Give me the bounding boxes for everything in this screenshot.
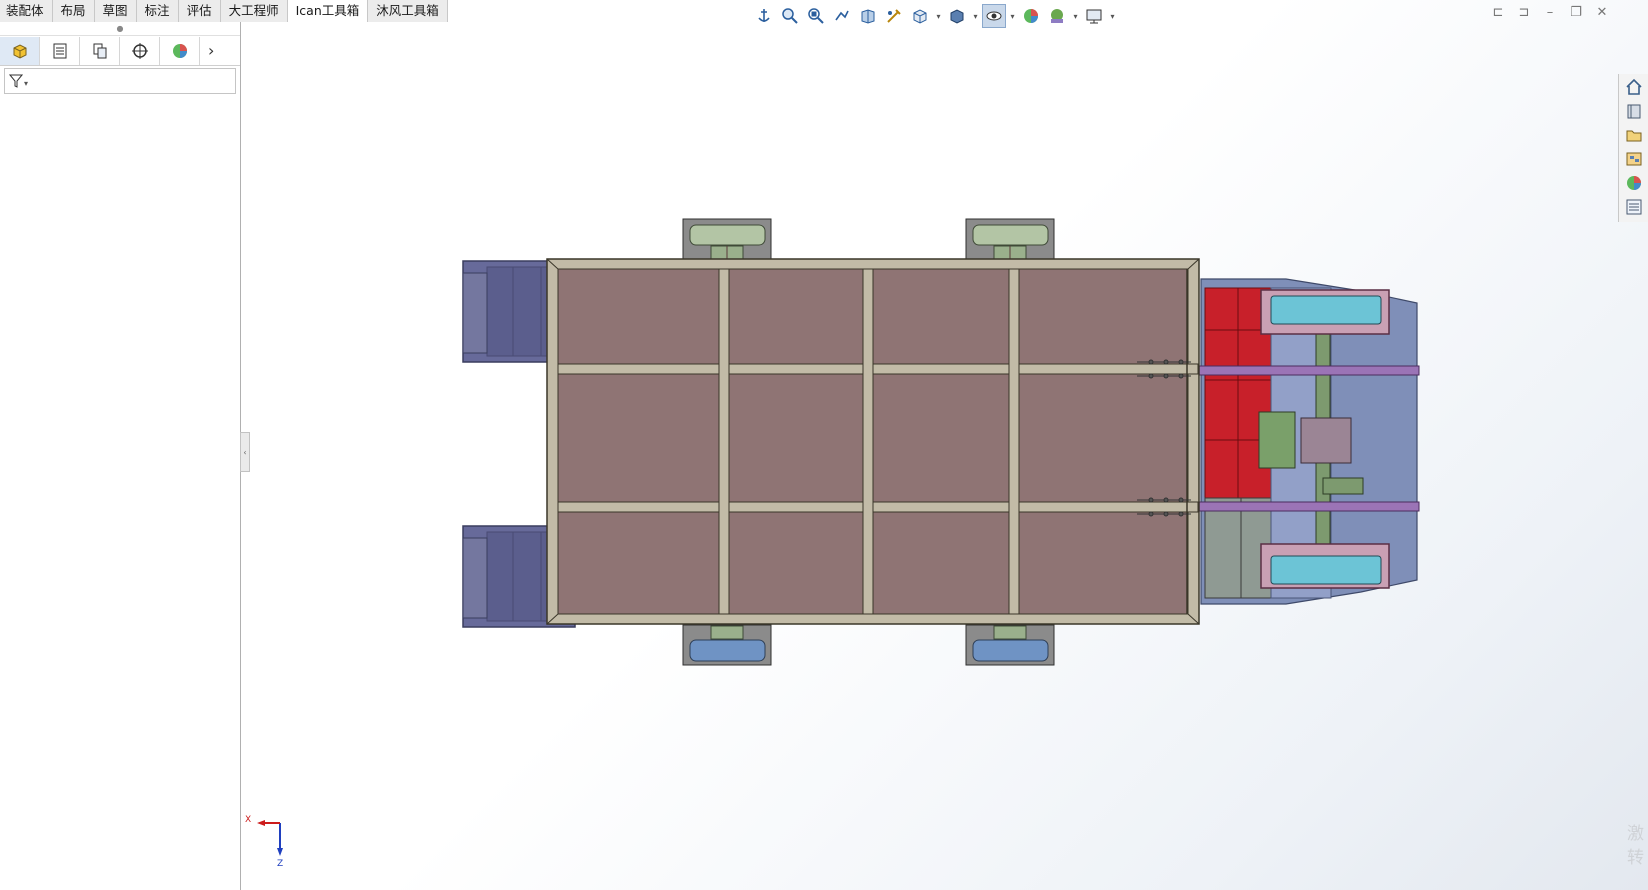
apply-scene-caret[interactable]: ▾ bbox=[1071, 4, 1080, 28]
view-triad: X Z bbox=[245, 815, 283, 869]
displaymanager-icon[interactable] bbox=[160, 36, 200, 65]
watermark: 激 转 bbox=[1627, 822, 1644, 870]
panel-grip[interactable]: ● bbox=[0, 22, 240, 36]
tab-ican-toolbox[interactable]: Ican工具箱 bbox=[287, 0, 369, 22]
filter-caret[interactable]: ▾ bbox=[24, 79, 28, 88]
view-settings-caret[interactable]: ▾ bbox=[1108, 4, 1117, 28]
view-palette-icon[interactable] bbox=[1621, 148, 1647, 170]
command-manager-tabs: 装配体 布局 草图 标注 评估 大工程师 Ican工具箱 沐风工具箱 bbox=[0, 0, 448, 22]
window-controls: ⊏ ⊐ – ❐ ✕ bbox=[1490, 6, 1610, 22]
task-pane bbox=[1618, 74, 1648, 222]
model-viewport[interactable]: X Z bbox=[241, 0, 1648, 890]
dock-left-icon[interactable]: ⊏ bbox=[1490, 6, 1506, 22]
tab-layout[interactable]: 布局 bbox=[52, 0, 95, 22]
propertymanager-icon[interactable] bbox=[40, 36, 80, 65]
display-style-icon[interactable] bbox=[945, 4, 969, 28]
tab-sketch[interactable]: 草图 bbox=[94, 0, 137, 22]
dynamic-annotation-icon[interactable] bbox=[882, 4, 906, 28]
edit-appearance-icon[interactable] bbox=[1019, 4, 1043, 28]
close-icon[interactable]: ✕ bbox=[1594, 6, 1610, 22]
panel-tabs: › bbox=[0, 36, 240, 66]
section-view-icon[interactable] bbox=[856, 4, 880, 28]
appearances-icon[interactable] bbox=[1621, 172, 1647, 194]
wheel-bottom-left[interactable] bbox=[682, 624, 772, 666]
display-style-caret[interactable]: ▾ bbox=[971, 4, 980, 28]
previous-view-icon[interactable] bbox=[830, 4, 854, 28]
triad-x-label: X bbox=[245, 815, 251, 825]
tree-filter[interactable]: ▾ bbox=[4, 68, 236, 94]
triad-z-label: Z bbox=[277, 859, 283, 869]
view-settings-icon[interactable] bbox=[1082, 4, 1106, 28]
dock-right-icon[interactable]: ⊐ bbox=[1516, 6, 1532, 22]
panel-collapse-handle[interactable]: ‹ bbox=[240, 432, 250, 472]
watermark-line-1: 激 bbox=[1627, 824, 1644, 844]
rear-assembly[interactable] bbox=[1198, 278, 1420, 605]
filter-icon[interactable] bbox=[9, 74, 23, 88]
configurationmanager-icon[interactable] bbox=[80, 36, 120, 65]
wheel-bottom-right[interactable] bbox=[965, 624, 1055, 666]
apply-scene-icon[interactable] bbox=[1045, 4, 1069, 28]
view-orientation-caret[interactable]: ▾ bbox=[934, 4, 943, 28]
minimize-icon[interactable]: – bbox=[1542, 6, 1558, 22]
hide-show-caret[interactable]: ▾ bbox=[1008, 4, 1017, 28]
flatbed-deck[interactable] bbox=[546, 258, 1200, 625]
tab-engineer[interactable]: 大工程师 bbox=[220, 0, 288, 22]
tab-evaluate[interactable]: 评估 bbox=[178, 0, 221, 22]
solidworks-window: X Z 激 转 装配体 布局 草图 标注 评估 大工程师 Ican工具箱 沐风工… bbox=[0, 0, 1648, 890]
watermark-line-2: 转 bbox=[1627, 848, 1644, 868]
heads-up-view-toolbar: ▾ ▾ ▾ ▾ ▾ bbox=[752, 3, 1117, 29]
custom-properties-icon[interactable] bbox=[1621, 196, 1647, 218]
restore-icon[interactable]: ❐ bbox=[1568, 6, 1584, 22]
file-explorer-icon[interactable] bbox=[1621, 124, 1647, 146]
anchor-icon[interactable] bbox=[752, 4, 776, 28]
tab-markup[interactable]: 标注 bbox=[136, 0, 179, 22]
zoom-to-fit-icon[interactable] bbox=[778, 4, 802, 28]
design-library-icon[interactable] bbox=[1621, 100, 1647, 122]
panel-tabs-more-icon[interactable]: › bbox=[208, 41, 214, 60]
dimxpertmanager-icon[interactable] bbox=[120, 36, 160, 65]
zoom-to-area-icon[interactable] bbox=[804, 4, 828, 28]
wheel-top-right[interactable] bbox=[965, 218, 1055, 261]
graphics-area[interactable]: X Z 激 转 bbox=[241, 0, 1648, 890]
hide-show-icon[interactable] bbox=[982, 4, 1006, 28]
wheel-top-left[interactable] bbox=[682, 218, 772, 261]
feature-manager-panel: ● › ▾ bbox=[0, 22, 241, 890]
home-icon[interactable] bbox=[1621, 76, 1647, 98]
tab-mufeng-toolbox[interactable]: 沐风工具箱 bbox=[368, 0, 448, 22]
view-orientation-icon[interactable] bbox=[908, 4, 932, 28]
tab-assembly[interactable]: 装配体 bbox=[0, 0, 53, 22]
featuremanager-icon[interactable] bbox=[0, 36, 40, 65]
